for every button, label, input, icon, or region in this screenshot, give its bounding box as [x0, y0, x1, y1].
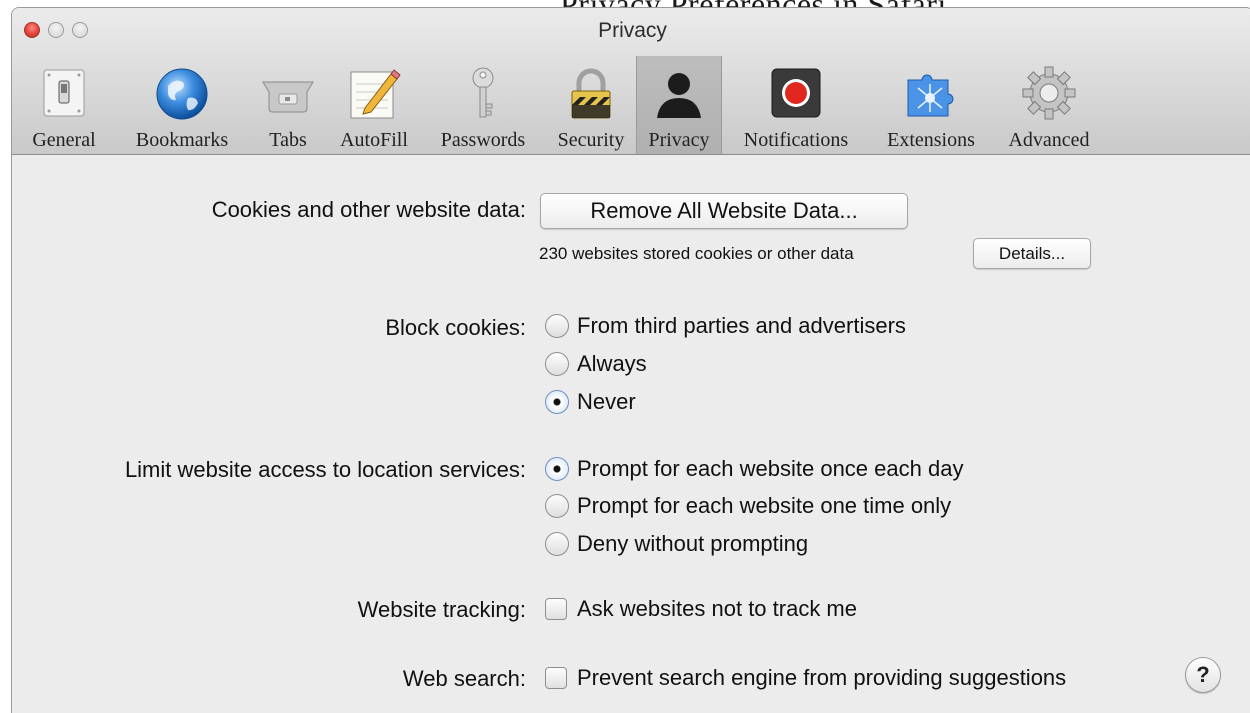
- toolbar-label-tabs: Tabs: [269, 129, 307, 151]
- toolbar-item-privacy[interactable]: Privacy: [636, 56, 722, 154]
- toolbar-label-security: Security: [557, 129, 625, 151]
- radio-button[interactable]: [545, 352, 569, 376]
- do-not-track-checkbox[interactable]: [545, 598, 567, 620]
- toolbar-label-general: General: [32, 129, 96, 151]
- cookies-label: Cookies and other website data:: [211, 197, 526, 222]
- toolbar-label-autofill: AutoFill: [340, 129, 408, 151]
- option-label: Ask websites not to track me: [577, 596, 857, 621]
- general-switch-icon: [35, 64, 93, 122]
- globe-icon: [153, 64, 211, 122]
- silhouette-icon: [650, 64, 708, 122]
- toolbar-item-autofill[interactable]: AutoFill: [328, 56, 420, 154]
- radio-button-selected[interactable]: [545, 457, 569, 481]
- toolbar-item-advanced[interactable]: Advanced: [992, 56, 1106, 154]
- prevent-suggestions-checkbox[interactable]: [545, 667, 567, 689]
- toolbar-item-tabs[interactable]: Tabs: [248, 56, 328, 154]
- toolbar-label-notifications: Notifications: [743, 129, 849, 151]
- gear-icon: [1020, 64, 1078, 122]
- preferences-window: Privacy General Bookmarks Tabs AutoFill …: [12, 8, 1250, 713]
- tabs-icon: [259, 64, 317, 122]
- privacy-pane: Cookies and other website data: Remove A…: [12, 155, 1250, 713]
- toolbar-item-passwords[interactable]: Passwords: [420, 56, 546, 154]
- key-icon: [454, 64, 512, 122]
- option-label: From third parties and advertisers: [577, 313, 906, 338]
- website-tracking-label: Website tracking:: [357, 597, 526, 622]
- radio-button-selected[interactable]: [545, 390, 569, 414]
- autofill-pencil-icon: [345, 64, 403, 122]
- remove-all-website-data-button[interactable]: Remove All Website Data...: [540, 193, 908, 229]
- help-button[interactable]: ?: [1185, 657, 1221, 693]
- web-search-label: Web search:: [402, 666, 526, 691]
- preferences-toolbar: General Bookmarks Tabs AutoFill Password…: [12, 56, 1250, 154]
- toolbar-label-extensions: Extensions: [887, 129, 975, 151]
- stored-cookies-count: 230 websites stored cookies or other dat…: [539, 244, 854, 263]
- window-title: Privacy: [598, 19, 667, 42]
- toolbar-item-extensions[interactable]: Extensions: [870, 56, 992, 154]
- puzzle-icon: [902, 64, 960, 122]
- toolbar-item-security[interactable]: Security: [546, 56, 636, 154]
- radio-button[interactable]: [545, 314, 569, 338]
- option-label: Prompt for each website one time only: [577, 493, 952, 518]
- radio-button[interactable]: [545, 494, 569, 518]
- toolbar-label-bookmarks: Bookmarks: [135, 129, 229, 151]
- option-label: Always: [577, 351, 647, 376]
- toolbar-label-privacy: Privacy: [648, 129, 710, 151]
- option-label: Deny without prompting: [577, 531, 809, 556]
- toolbar-item-notifications[interactable]: Notifications: [722, 56, 870, 154]
- toolbar-item-general[interactable]: General: [12, 56, 116, 154]
- radio-button[interactable]: [545, 532, 569, 556]
- record-icon: [767, 64, 825, 122]
- option-label: Prompt for each website once each day: [577, 456, 964, 481]
- location-services-label: Limit website access to location service…: [124, 457, 526, 482]
- padlock-icon: [562, 64, 620, 122]
- cookies-details-button[interactable]: Details...: [973, 238, 1091, 269]
- option-label: Prevent search engine from providing sug…: [577, 665, 1067, 690]
- option-label: Never: [577, 389, 636, 414]
- toolbar-item-bookmarks[interactable]: Bookmarks: [116, 56, 248, 154]
- block-cookies-label: Block cookies:: [385, 315, 526, 340]
- title-bar: Privacy General Bookmarks Tabs AutoFill …: [12, 8, 1250, 155]
- toolbar-label-passwords: Passwords: [440, 129, 526, 151]
- toolbar-label-advanced: Advanced: [1008, 129, 1090, 151]
